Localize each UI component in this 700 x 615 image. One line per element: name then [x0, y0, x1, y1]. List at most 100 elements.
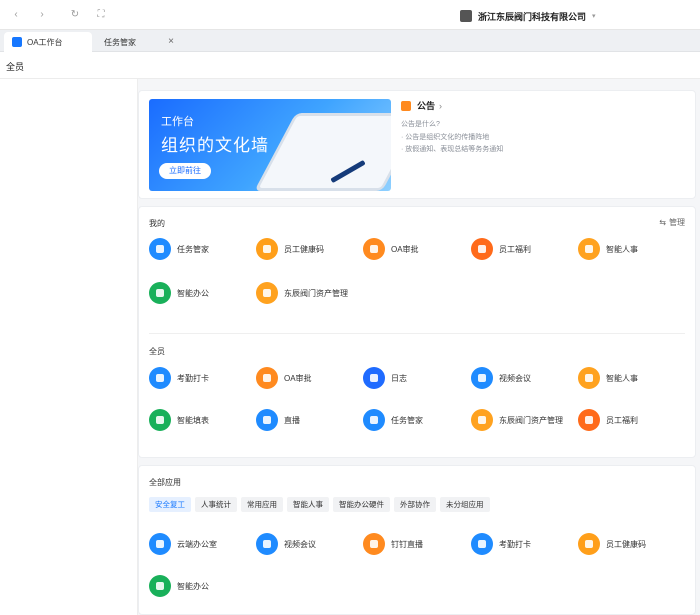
- manage-button[interactable]: ⇆ 管理: [659, 217, 685, 228]
- app-tile[interactable]: 直播: [256, 408, 300, 432]
- forward-icon[interactable]: ›: [36, 9, 48, 21]
- smart-office-icon: [149, 575, 171, 597]
- app-tile[interactable]: 云端办公室: [149, 532, 217, 556]
- banner-card: 工作台 组织的文化墙 立即前往 公告 › 公告是什么? · 公告是组织文化的传播…: [138, 90, 696, 199]
- app-label: 员工福利: [499, 244, 531, 254]
- chip-safe-return[interactable]: 安全复工: [149, 497, 191, 512]
- section-title-mine: 我的: [149, 219, 165, 228]
- app-label: 钉钉直播: [391, 539, 423, 549]
- chevron-right-icon: ›: [439, 100, 443, 111]
- app-label: 视频会议: [284, 539, 316, 549]
- banner-cta-button[interactable]: 立即前往: [159, 163, 211, 179]
- app-tile[interactable]: 智能填表: [149, 408, 209, 432]
- log-icon: [363, 367, 385, 389]
- chevron-down-icon: ▾: [592, 13, 596, 20]
- notice-question: 公告是什么?: [401, 121, 440, 128]
- app-label: 员工福利: [606, 415, 638, 425]
- cloud-office-icon: [149, 533, 171, 555]
- attendance-icon: [471, 533, 493, 555]
- app-tile[interactable]: 视频会议: [471, 366, 531, 390]
- chip-external-collab[interactable]: 外部协作: [394, 497, 436, 512]
- app-label: 员工健康码: [284, 244, 324, 254]
- chip-smart-hr[interactable]: 智能人事: [287, 497, 329, 512]
- page-header: 全员: [0, 52, 700, 79]
- refresh-icon[interactable]: ↻: [69, 9, 81, 21]
- app-tile[interactable]: OA审批: [256, 366, 312, 390]
- workbench-icon: [12, 37, 22, 47]
- hr-icon: [578, 367, 600, 389]
- app-tile[interactable]: 考勤打卡: [471, 532, 531, 556]
- app-tile[interactable]: 视频会议: [256, 532, 316, 556]
- app-label: OA审批: [284, 373, 312, 383]
- app-label: 员工健康码: [606, 539, 646, 549]
- notice-icon: [401, 100, 411, 111]
- video-meeting-icon: [256, 533, 278, 555]
- left-panel: [0, 79, 138, 615]
- app-tile[interactable]: 智能人事: [578, 366, 638, 390]
- tab-bar: OA工作台 任务管家 ×: [0, 30, 700, 52]
- app-tile[interactable]: 智能办公: [149, 281, 209, 305]
- app-tile[interactable]: 员工健康码: [578, 532, 646, 556]
- chip-smart-office-hardware[interactable]: 智能办公硬件: [333, 497, 390, 512]
- app-label: 直播: [284, 415, 300, 425]
- asset-management-icon: [256, 282, 278, 304]
- chip-common-apps[interactable]: 常用应用: [241, 497, 283, 512]
- app-label: 云端办公室: [177, 539, 217, 549]
- app-tile[interactable]: 任务管家: [363, 408, 423, 432]
- smart-office-icon: [149, 282, 171, 304]
- tab-label: 任务管家: [104, 37, 136, 47]
- app-tile[interactable]: 东辰阀门资产管理: [471, 408, 563, 432]
- org-switcher[interactable]: 浙江东辰阀门科技有限公司 ▾: [460, 9, 596, 23]
- app-tile[interactable]: 东辰阀门资产管理: [256, 281, 348, 305]
- tab-task-manager[interactable]: 任务管家 ×: [96, 32, 182, 52]
- app-label: 考勤打卡: [177, 373, 209, 383]
- app-tile[interactable]: 员工健康码: [256, 237, 324, 261]
- task-manager-icon: [149, 238, 171, 260]
- notice-header[interactable]: 公告 ›: [401, 99, 681, 112]
- section-title-all-apps: 全部应用: [149, 478, 181, 487]
- dingtalk-live-icon: [363, 533, 385, 555]
- tab-oa-workbench[interactable]: OA工作台: [4, 32, 92, 52]
- health-code-icon: [578, 533, 600, 555]
- app-tile[interactable]: 智能人事: [578, 237, 638, 261]
- org-logo-icon: [460, 10, 472, 22]
- app-label: 任务管家: [391, 415, 423, 425]
- manage-icon: ⇆: [659, 218, 666, 227]
- chip-hr-stats[interactable]: 人事统计: [195, 497, 237, 512]
- approval-icon: [363, 238, 385, 260]
- tablet-illustration: [254, 113, 391, 191]
- task-manager-icon: [363, 409, 385, 431]
- welfare-icon: [471, 238, 493, 260]
- browser-toolbar: ‹ › ↻ ⛶ 浙江东辰阀门科技有限公司 ▾: [0, 0, 700, 30]
- app-label: 智能办公: [177, 288, 209, 298]
- app-tile[interactable]: 员工福利: [578, 408, 638, 432]
- culture-wall-banner[interactable]: 工作台 组织的文化墙 立即前往: [149, 99, 391, 191]
- section-divider: [149, 333, 685, 334]
- category-chips: 安全复工 人事统计 常用应用 智能人事 智能办公硬件 外部协作 未分组应用: [149, 497, 490, 512]
- app-tile[interactable]: 考勤打卡: [149, 366, 209, 390]
- app-tile[interactable]: 日志: [363, 366, 407, 390]
- app-label: 智能人事: [606, 373, 638, 383]
- app-tile[interactable]: 员工福利: [471, 237, 531, 261]
- close-icon[interactable]: ×: [168, 36, 174, 47]
- app-tile[interactable]: 任务管家: [149, 237, 209, 261]
- manage-label: 管理: [669, 218, 685, 227]
- app-tile[interactable]: 智能办公: [149, 574, 209, 598]
- app-label: 智能填表: [177, 415, 209, 425]
- app-label: 东辰阀门资产管理: [284, 288, 348, 298]
- app-label: 东辰阀门资产管理: [499, 415, 563, 425]
- approval-icon: [256, 367, 278, 389]
- chip-ungrouped[interactable]: 未分组应用: [440, 497, 490, 512]
- app-tile[interactable]: OA审批: [363, 237, 419, 261]
- app-label: 任务管家: [177, 244, 209, 254]
- notice-point-2: · 放假通知、表现总结等务务通知: [401, 146, 504, 153]
- notice-title: 公告: [417, 101, 436, 111]
- attendance-icon: [149, 367, 171, 389]
- hr-icon: [578, 238, 600, 260]
- app-tile[interactable]: 钉钉直播: [363, 532, 423, 556]
- health-code-icon: [256, 238, 278, 260]
- app-label: 视频会议: [499, 373, 531, 383]
- fullscreen-icon[interactable]: ⛶: [95, 9, 107, 21]
- back-icon[interactable]: ‹: [10, 9, 22, 21]
- app-label: 智能人事: [606, 244, 638, 254]
